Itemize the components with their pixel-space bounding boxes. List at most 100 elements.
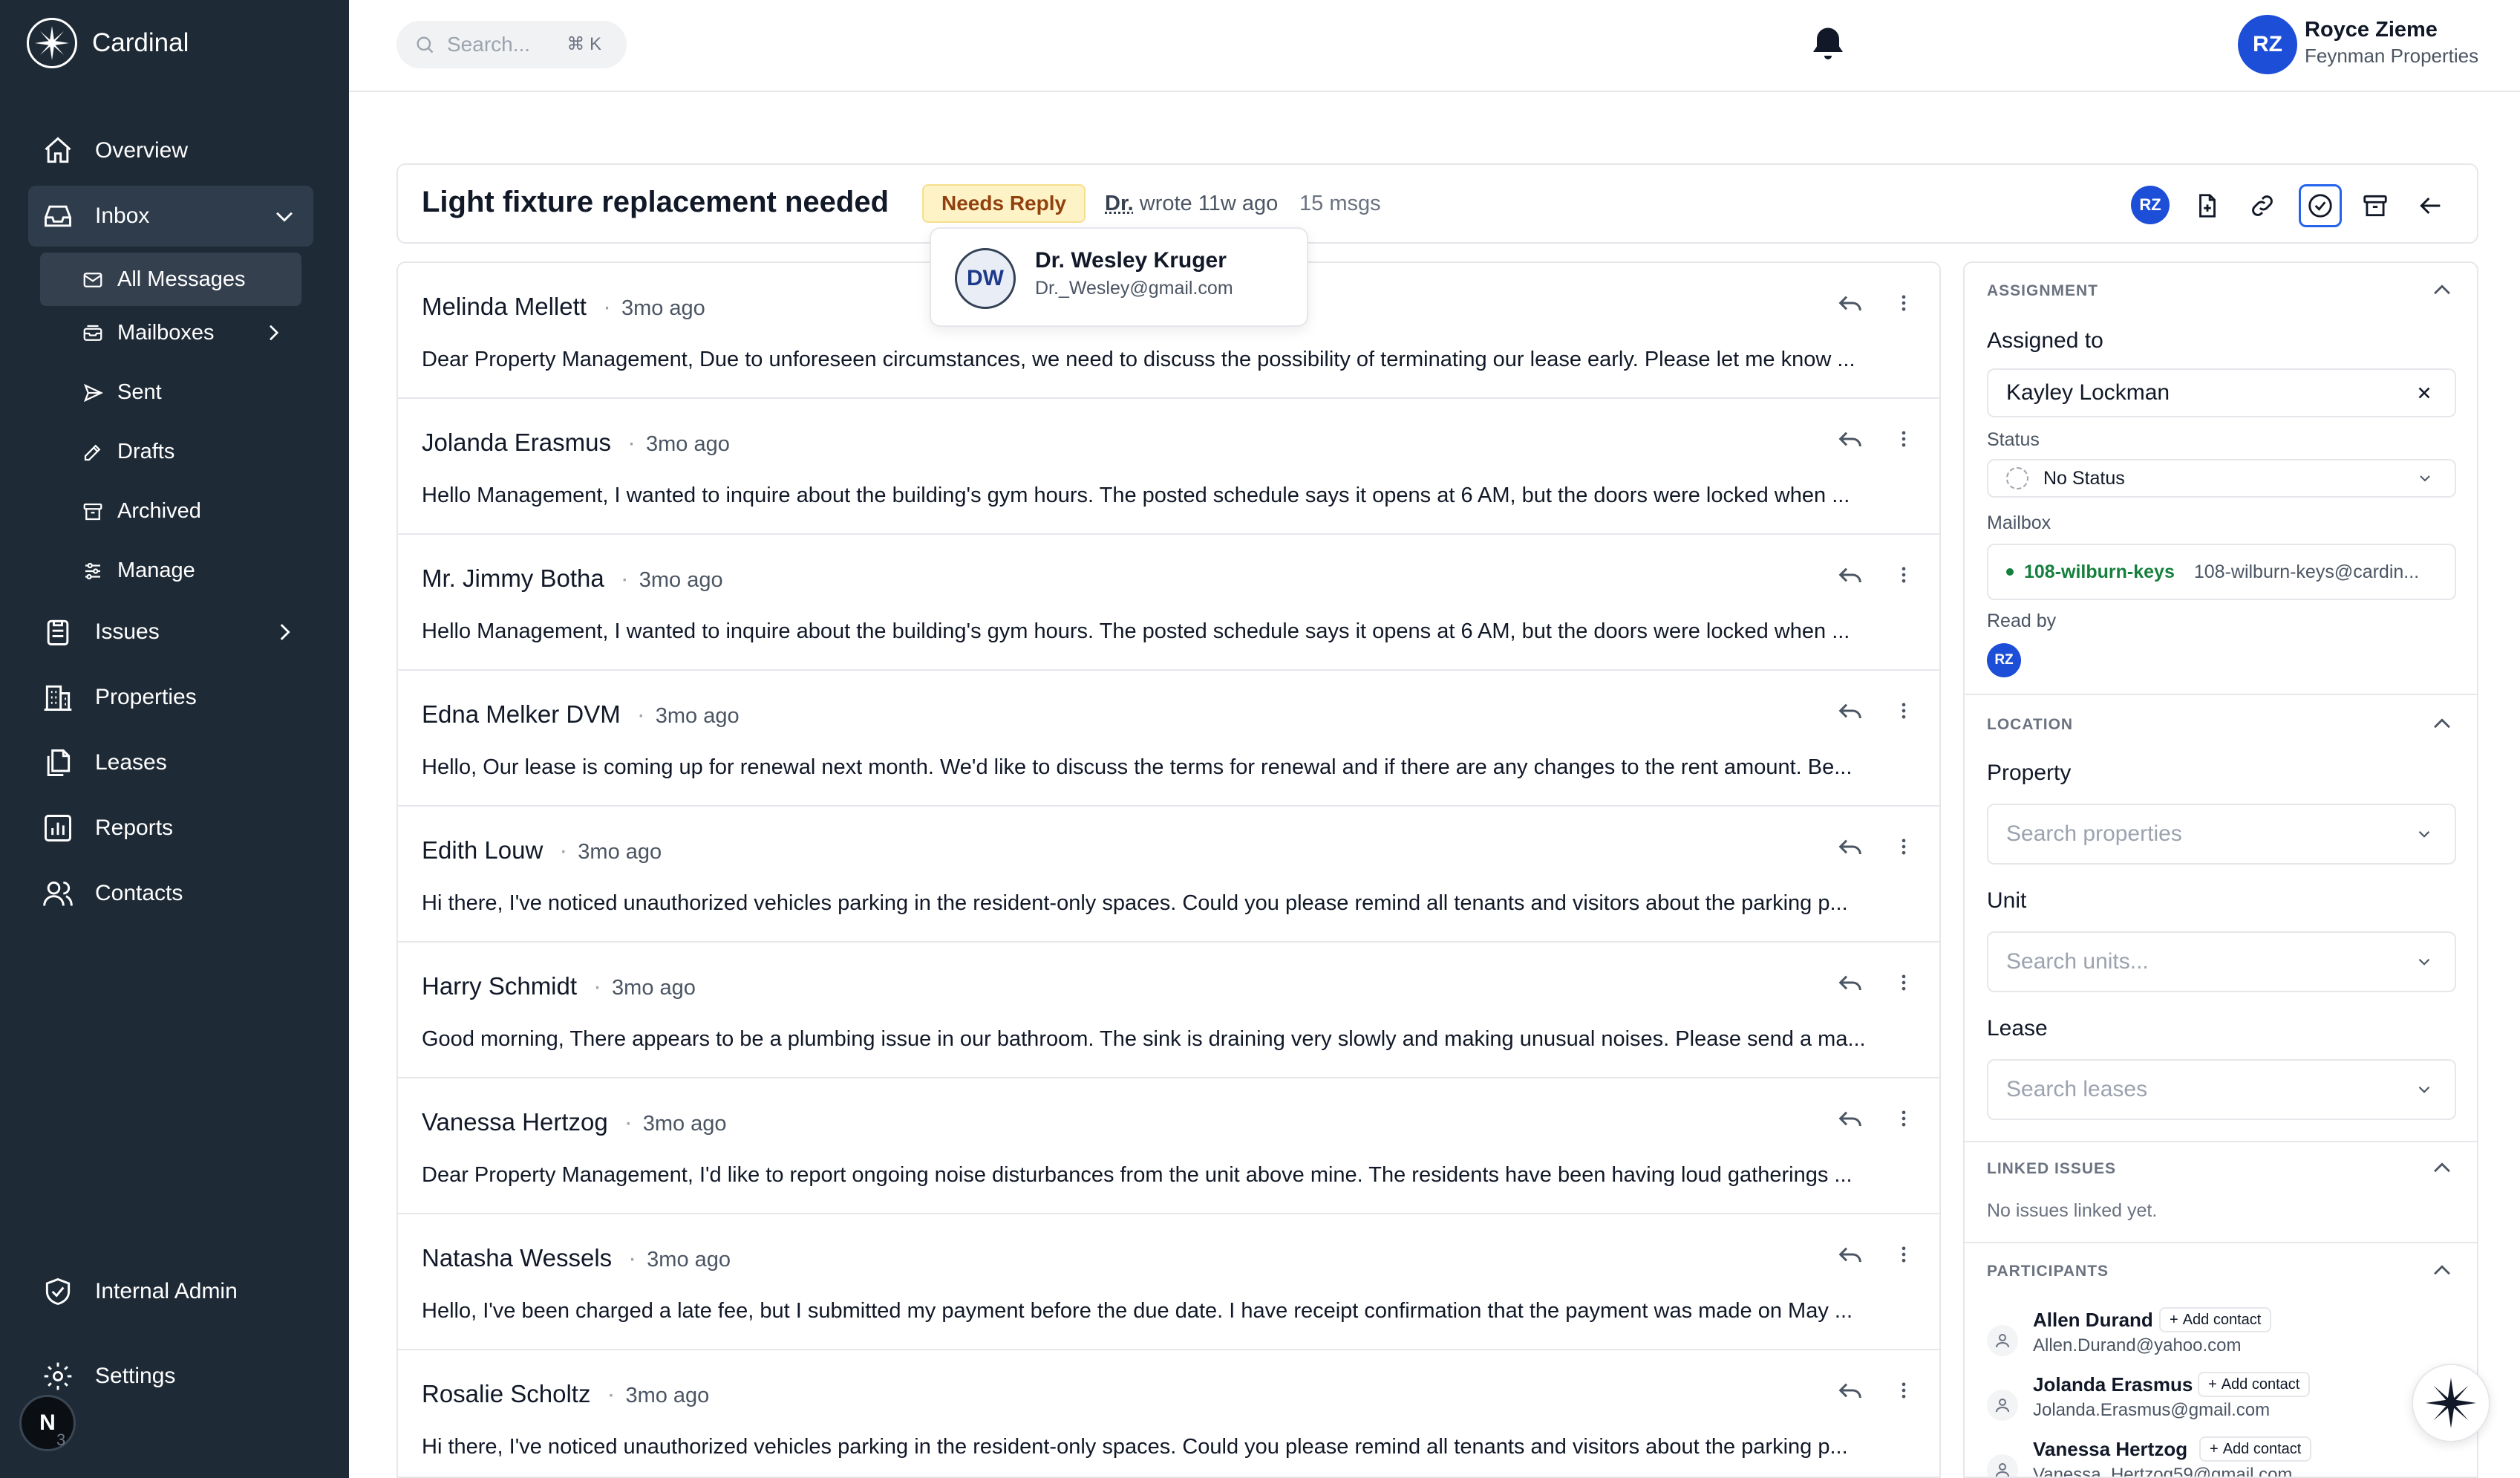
reply-icon[interactable] <box>1835 832 1865 862</box>
sidebar-item-internal-admin[interactable]: Internal Admin <box>28 1261 313 1322</box>
sidebar-item-contacts[interactable]: Contacts <box>28 863 313 924</box>
message-preview: Hello Management, I wanted to inquire ab… <box>422 484 1850 507</box>
reply-icon[interactable] <box>1835 1376 1865 1405</box>
sidebar-item-properties[interactable]: Properties <box>28 667 313 728</box>
user-avatar[interactable]: RZ <box>2238 15 2297 74</box>
bell-icon[interactable] <box>1806 22 1850 67</box>
more-vertical-icon[interactable] <box>1893 564 1914 585</box>
message-time: 3mo ago <box>642 1112 727 1136</box>
message-author-line: Jolanda Erasmus · 3mo ago <box>422 429 730 456</box>
message-preview: Dear Property Management, I'd like to re… <box>422 1163 1853 1187</box>
sidebar-item-overview[interactable]: Overview <box>28 120 313 181</box>
sidebar-item-sent[interactable]: Sent <box>40 365 301 419</box>
sidebar-item-leases[interactable]: Leases <box>28 732 313 793</box>
reply-icon[interactable] <box>1835 1104 1865 1133</box>
sidebar-item-issues[interactable]: Issues <box>28 602 313 663</box>
chevron-right-icon[interactable] <box>272 619 297 645</box>
more-vertical-icon[interactable] <box>1893 700 1914 721</box>
section-title-participants: PARTICIPANTS <box>1987 1263 2109 1280</box>
message-row[interactable]: Edith Louw · 3mo ago Hi there, I've notice… <box>398 807 1939 943</box>
thread-author-link[interactable]: Dr. <box>1105 192 1134 215</box>
sidebar-item-mailboxes[interactable]: Mailboxes <box>40 306 301 359</box>
sidebar-item-reports[interactable]: Reports <box>28 798 313 859</box>
sidebar-item-manage[interactable]: Manage <box>40 544 301 597</box>
more-vertical-icon[interactable] <box>1893 293 1914 313</box>
status-badge[interactable]: Needs Reply <box>922 184 1086 223</box>
search-input[interactable]: Search... ⌘ K <box>396 21 627 68</box>
sidebar-sub-label: Mailboxes <box>117 320 215 345</box>
more-vertical-icon[interactable] <box>1893 972 1914 993</box>
message-row[interactable]: Rosalie Scholtz · 3mo ago Hi there, I've n… <box>398 1350 1939 1477</box>
add-contact-button[interactable]: + Add contact <box>2159 1307 2272 1332</box>
mailbox-field[interactable]: 108-wilburn-keys 108-wilburn-keys@cardin… <box>1987 544 2456 600</box>
link-icon <box>2252 195 2273 216</box>
chevron-up-icon[interactable] <box>2429 1156 2455 1181</box>
chevron-down-icon[interactable] <box>272 204 297 229</box>
copy-link-button[interactable] <box>2241 184 2284 227</box>
sidebar-item-all-messages[interactable]: All Messages <box>40 253 301 306</box>
reply-icon[interactable] <box>1835 424 1865 454</box>
sidebar-item-label: Overview <box>95 138 189 163</box>
sidebar-item-inbox[interactable]: Inbox <box>28 186 313 247</box>
chevron-up-icon[interactable] <box>2429 712 2455 737</box>
add-contact-button[interactable]: + Add contact <box>2198 1372 2311 1397</box>
more-vertical-icon[interactable] <box>1893 1244 1914 1265</box>
clipboard-icon <box>47 619 69 645</box>
message-row[interactable]: Harry Schmidt · 3mo ago Good morning, Ther… <box>398 943 1939 1078</box>
more-vertical-icon[interactable] <box>1893 429 1914 449</box>
export-doc-button[interactable] <box>2186 184 2229 227</box>
message-row[interactable]: Edna Melker DVM · 3mo ago Hello, Our lease… <box>398 671 1939 807</box>
sidebar: Cardinal Overview Inbox All Messages Mai… <box>0 0 349 1478</box>
popover-email[interactable]: Dr._Wesley@gmail.com <box>1035 278 1233 299</box>
message-author: Natasha Wessels <box>422 1244 613 1272</box>
assistant-fab-button[interactable] <box>2412 1364 2490 1442</box>
add-contact-button[interactable]: + Add contact <box>2199 1436 2312 1462</box>
chevron-up-icon[interactable] <box>2429 278 2455 303</box>
message-count: 15 msgs <box>1299 192 1381 215</box>
assignee-avatar[interactable]: RZ <box>2131 186 2170 224</box>
chevron-down-icon <box>2420 475 2430 482</box>
sliders-icon <box>85 562 100 580</box>
read-by-avatar[interactable]: RZ <box>1987 643 2021 677</box>
chevron-up-icon[interactable] <box>2429 1258 2455 1283</box>
message-author: Rosalie Scholtz <box>422 1380 591 1407</box>
lease-search-select[interactable]: Search leases <box>1987 1059 2456 1120</box>
message-row[interactable]: Natasha Wessels · 3mo ago Hello, I've been… <box>398 1214 1939 1350</box>
property-label: Property <box>1987 761 2072 785</box>
unit-search-select[interactable]: Search units... <box>1987 931 2456 992</box>
section-title-location: LOCATION <box>1987 716 2074 733</box>
more-vertical-icon[interactable] <box>1893 1380 1914 1401</box>
close-icon[interactable] <box>2415 383 2434 403</box>
back-button[interactable] <box>2409 184 2452 227</box>
status-select[interactable]: No Status <box>1987 459 2456 498</box>
workspace-avatar[interactable]: N <box>19 1395 76 1451</box>
sidebar-item-drafts[interactable]: Drafts <box>40 425 301 478</box>
reply-icon[interactable] <box>1835 968 1865 997</box>
search-shortcut: ⌘ K <box>567 34 601 54</box>
sidebar-item-archived[interactable]: Archived <box>40 484 301 538</box>
message-author: Edith Louw <box>422 836 544 864</box>
assignee-field[interactable]: Kayley Lockman <box>1987 368 2456 417</box>
sidebar-sub-label: Drafts <box>117 439 175 463</box>
message-preview: Good morning, There appears to be a plum… <box>422 1027 1866 1051</box>
chevron-right-icon[interactable] <box>261 321 285 345</box>
more-vertical-icon[interactable] <box>1893 1108 1914 1129</box>
archive-button[interactable] <box>2354 184 2397 227</box>
more-vertical-icon[interactable] <box>1893 836 1914 857</box>
message-row[interactable]: Vanessa Hertzog · 3mo ago Dear Property Ma… <box>398 1078 1939 1214</box>
reply-icon[interactable] <box>1835 696 1865 726</box>
participant-row: Jolanda Erasmus + Add contact Jolanda.Era… <box>1984 1370 2459 1434</box>
sidebar-item-settings[interactable]: Settings <box>28 1346 313 1407</box>
message-row[interactable]: Jolanda Erasmus · 3mo ago Hello Management… <box>398 399 1939 535</box>
resolve-button[interactable] <box>2299 184 2342 227</box>
property-search-select[interactable]: Search properties <box>1987 804 2456 865</box>
reply-icon[interactable] <box>1835 1240 1865 1269</box>
reply-icon[interactable] <box>1835 288 1865 318</box>
status-empty-icon <box>2006 467 2028 489</box>
sidebar-item-label: Issues <box>95 619 160 644</box>
brand[interactable]: Cardinal <box>27 18 189 68</box>
reply-icon[interactable] <box>1835 560 1865 590</box>
file-plus-icon <box>2199 194 2216 218</box>
message-row[interactable]: Mr. Jimmy Botha · 3mo ago Hello Management… <box>398 535 1939 671</box>
message-author-line: Vanessa Hertzog · 3mo ago <box>422 1108 727 1136</box>
